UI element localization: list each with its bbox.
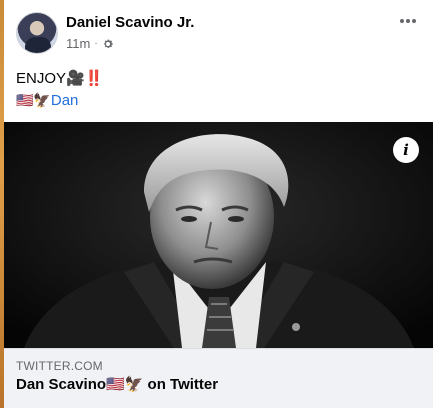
preview-footer[interactable]: TWITTER.COM Dan Scavino🇺🇸🦅 on Twitter [4, 348, 433, 408]
link-preview[interactable]: i TWITTER.COM Dan Scavino🇺🇸🦅 on Twitter [4, 122, 433, 408]
post-meta: 11m · [66, 36, 114, 51]
avatar-figure [25, 37, 51, 53]
ellipsis-icon [400, 19, 416, 23]
flag-eagle-emoji: 🇺🇸🦅 [16, 93, 51, 109]
preview-title[interactable]: Dan Scavino🇺🇸🦅 on Twitter [16, 375, 218, 393]
post-text: ENJOY🎥‼️ 🇺🇸🦅Dan [16, 68, 103, 112]
mention-link[interactable]: Dan [51, 92, 79, 109]
post-header: Daniel Scavino Jr. 11m · [4, 0, 433, 62]
meta-separator: · [94, 37, 98, 49]
preview-image[interactable]: i [4, 122, 433, 348]
author-name[interactable]: Daniel Scavino Jr. [66, 14, 194, 31]
more-options-button[interactable] [397, 10, 419, 32]
post-card: Daniel Scavino Jr. 11m · ENJOY🎥‼️ 🇺🇸🦅Dan… [4, 0, 433, 408]
info-button[interactable]: i [393, 137, 419, 163]
post-text-content: ENJOY🎥‼️ [16, 70, 104, 87]
gear-icon[interactable] [102, 38, 114, 50]
timestamp[interactable]: 11m [66, 36, 90, 51]
post-text-line-1: ENJOY🎥‼️ [16, 68, 103, 90]
post-text-line-2: 🇺🇸🦅Dan [16, 90, 103, 112]
portrait-photo [4, 122, 433, 348]
preview-domain: TWITTER.COM [16, 359, 103, 373]
avatar[interactable] [16, 12, 58, 54]
